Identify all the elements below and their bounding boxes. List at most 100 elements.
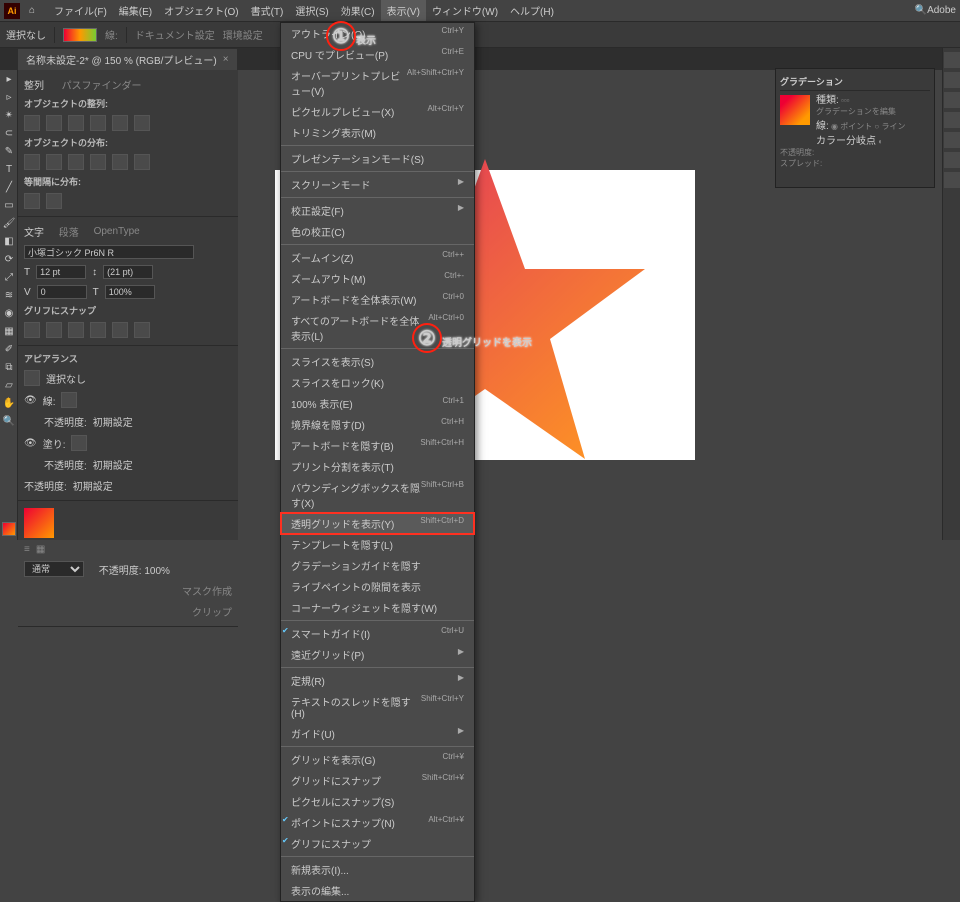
dist-icon[interactable]	[24, 154, 40, 170]
dist-icon[interactable]	[46, 154, 62, 170]
menu-item[interactable]: ガイド(U)▶	[281, 723, 474, 744]
dist-icon[interactable]	[68, 154, 84, 170]
menu-item[interactable]: グリッドにスナップShift+Ctrl+¥	[281, 770, 474, 791]
line-tool[interactable]: ╱	[0, 178, 18, 196]
menu-item[interactable]: ピクセルにスナップ(S)	[281, 791, 474, 812]
menu-item[interactable]: コーナーウィジェットを隠す(W)	[281, 597, 474, 618]
width-tool[interactable]: ≋	[0, 286, 18, 304]
menu-item[interactable]: スライスを表示(S)	[281, 351, 474, 372]
lasso-tool[interactable]: ⊂	[0, 124, 18, 142]
gradient-tool[interactable]: ▦	[0, 322, 18, 340]
menu-item[interactable]: ズームイン(Z)Ctrl++	[281, 247, 474, 268]
menu-item[interactable]: 遠近グリッド(P)▶	[281, 644, 474, 665]
hscale-input[interactable]	[105, 285, 155, 299]
color-picker[interactable]	[0, 520, 17, 540]
type-tool[interactable]: T	[0, 160, 18, 178]
menu-item[interactable]: 表示の編集...	[281, 880, 474, 901]
glyph-icon[interactable]	[134, 322, 150, 338]
blend-mode-select[interactable]: 通常	[24, 561, 84, 577]
rect-tool[interactable]: ▭	[0, 196, 18, 214]
clip-checkbox[interactable]: クリップ	[192, 604, 232, 619]
kerning-input[interactable]	[37, 285, 87, 299]
rotate-tool[interactable]: ⟳	[0, 250, 18, 268]
artboard-tool[interactable]: ▱	[0, 376, 18, 394]
menu-item[interactable]: アートボードを隠す(B)Shift+Ctrl+H	[281, 435, 474, 456]
opacity-value[interactable]: 初期設定	[93, 414, 133, 429]
menu-edit[interactable]: 編集(E)	[113, 0, 158, 21]
menu-file[interactable]: ファイル(F)	[48, 0, 113, 21]
direct-select-tool[interactable]: ▹	[0, 88, 18, 106]
menu-item[interactable]: ✔スマートガイド(I)Ctrl+U	[281, 623, 474, 644]
menu-item[interactable]: 境界線を隠す(D)Ctrl+H	[281, 414, 474, 435]
glyph-icon[interactable]	[68, 322, 84, 338]
menu-item[interactable]: トリミング表示(M)	[281, 122, 474, 143]
glyph-icon[interactable]	[24, 322, 40, 338]
gradient-thumb[interactable]	[780, 95, 810, 125]
menu-item[interactable]: バウンディングボックスを隠す(X)Shift+Ctrl+B	[281, 477, 474, 513]
pen-tool[interactable]: ✎	[0, 142, 18, 160]
appearance-tab[interactable]: アピアランス	[24, 350, 232, 367]
menu-item[interactable]: アウトライン(O)Ctrl+Y	[281, 23, 474, 44]
opacity-100[interactable]: 不透明度: 100%	[99, 562, 170, 577]
menu-item[interactable]: テキストのスレッドを隠す(H)Shift+Ctrl+Y	[281, 691, 474, 723]
dock-icon[interactable]	[944, 92, 960, 108]
menu-item[interactable]: プリント分割を表示(T)	[281, 456, 474, 477]
preferences-button[interactable]: 環境設定	[223, 27, 263, 42]
align-icon[interactable]	[90, 115, 106, 131]
align-icon[interactable]	[24, 115, 40, 131]
align-tab[interactable]: 整列	[24, 77, 44, 92]
dock-icon[interactable]	[944, 72, 960, 88]
make-mask-button[interactable]: マスク作成	[182, 583, 232, 598]
spacing-icon[interactable]	[46, 193, 62, 209]
dist-icon[interactable]	[134, 154, 150, 170]
glyph-icon[interactable]	[90, 322, 106, 338]
edit-gradient-button[interactable]: グラデーションを編集	[816, 106, 930, 117]
eraser-tool[interactable]: ◧	[0, 232, 18, 250]
shape-tool[interactable]: ◉	[0, 304, 18, 322]
menu-item[interactable]: スクリーンモード▶	[281, 174, 474, 195]
dock-icon[interactable]	[944, 132, 960, 148]
brush-tool[interactable]: 🖌	[0, 214, 18, 232]
menu-item[interactable]: グリッドを表示(G)Ctrl+¥	[281, 749, 474, 770]
menu-item[interactable]: 校正設定(F)▶	[281, 200, 474, 221]
menu-item[interactable]: オーバープリントプレビュー(V)Alt+Shift+Ctrl+Y	[281, 65, 474, 101]
menu-item[interactable]: スライスをロック(K)	[281, 372, 474, 393]
menu-view[interactable]: 表示(V)	[381, 0, 426, 21]
home-icon[interactable]: ⌂	[24, 3, 40, 19]
dist-icon[interactable]	[112, 154, 128, 170]
paragraph-tab[interactable]: 段落	[59, 224, 79, 239]
menu-item[interactable]: プレゼンテーションモード(S)	[281, 148, 474, 169]
align-icon[interactable]	[68, 115, 84, 131]
menu-item[interactable]: 透明グリッドを表示(Y)Shift+Ctrl+D	[281, 513, 474, 534]
stroke-row[interactable]: 線:	[43, 393, 56, 408]
wand-tool[interactable]: ✴	[0, 106, 18, 124]
pathfinder-tab[interactable]: パスファインダー	[62, 77, 142, 92]
scale-tool[interactable]: ⤢	[0, 268, 18, 286]
search-box[interactable]: 🔍 Adobe	[915, 5, 956, 16]
selection-tool[interactable]: ▸	[0, 70, 18, 88]
glyph-icon[interactable]	[112, 322, 128, 338]
font-family-input[interactable]	[24, 245, 194, 259]
character-tab[interactable]: 文字	[24, 224, 44, 239]
dock-icon[interactable]	[944, 52, 960, 68]
blend-tool[interactable]: ⧉	[0, 358, 18, 376]
menu-item[interactable]: 100% 表示(E)Ctrl+1	[281, 393, 474, 414]
close-tab-icon[interactable]: ×	[223, 54, 229, 65]
eyedropper-tool[interactable]: ✐	[0, 340, 18, 358]
fill-swatch[interactable]	[63, 28, 97, 42]
menu-item[interactable]: CPU でプレビュー(P)Ctrl+E	[281, 44, 474, 65]
menu-item[interactable]: ✔ポイントにスナップ(N)Alt+Ctrl+¥	[281, 812, 474, 833]
dock-icon[interactable]	[944, 112, 960, 128]
opentype-tab[interactable]: OpenType	[94, 226, 140, 237]
align-icon[interactable]	[134, 115, 150, 131]
glyph-icon[interactable]	[46, 322, 62, 338]
menu-object[interactable]: オブジェクト(O)	[158, 0, 244, 21]
opacity-value[interactable]: 初期設定	[93, 457, 133, 472]
document-tab[interactable]: 名称未設定-2* @ 150 % (RGB/プレビュー) ×	[18, 49, 237, 70]
dist-icon[interactable]	[90, 154, 106, 170]
zoom-tool[interactable]: 🔍	[0, 412, 18, 430]
opacity-value[interactable]: 初期設定	[73, 478, 113, 493]
doc-setup-button[interactable]: ドキュメント設定	[135, 27, 215, 42]
menu-help[interactable]: ヘルプ(H)	[504, 0, 560, 21]
menu-item[interactable]: 定規(R)▶	[281, 670, 474, 691]
